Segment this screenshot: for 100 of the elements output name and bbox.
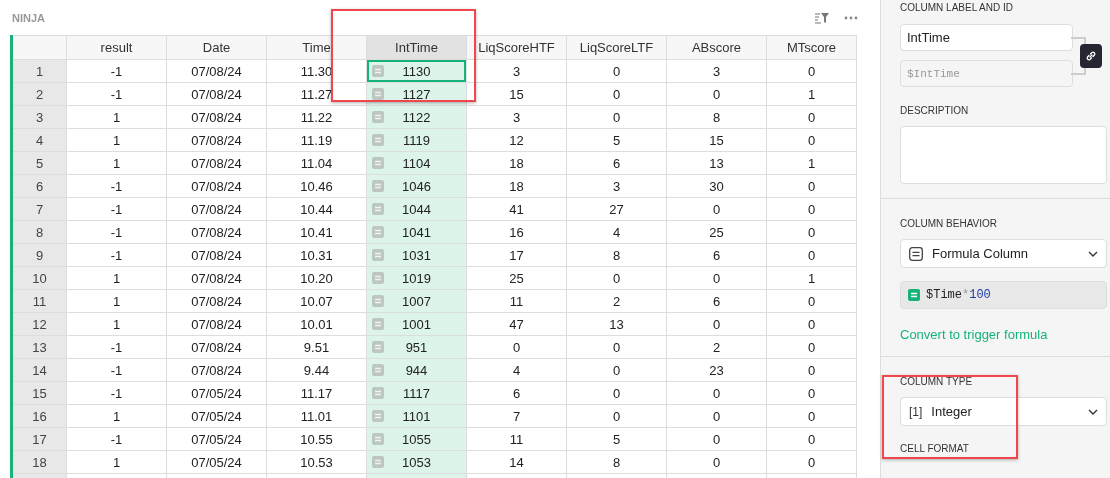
table-cell: 1031 — [367, 244, 467, 267]
table-cell: 0 — [767, 405, 857, 428]
table-cell: 0 — [767, 359, 857, 382]
row-number: 5 — [13, 152, 67, 175]
section-heading: CELL FORMAT — [900, 443, 969, 454]
table-cell: 16 — [467, 221, 567, 244]
sort-filter-icon[interactable] — [814, 10, 830, 25]
label-field[interactable]: IntTime — [900, 24, 1073, 51]
table-cell: -1 — [67, 221, 167, 244]
table-cell: 0 — [767, 175, 857, 198]
table-cell: 25 — [667, 221, 767, 244]
table-cell: 07/08/24 — [167, 313, 267, 336]
formula-icon — [372, 134, 384, 146]
table-cell: 07/08/24 — [167, 83, 267, 106]
table-cell: 07/08/24 — [167, 244, 267, 267]
row-number: 13 — [13, 336, 67, 359]
type-dropdown[interactable]: [1] Integer — [900, 397, 1107, 426]
formula-icon — [372, 272, 384, 284]
table-cell: 13 — [667, 152, 767, 175]
table-cell: -1 — [67, 83, 167, 106]
table-cell: 07/08/24 — [167, 221, 267, 244]
table-cell: 07/08/24 — [167, 129, 267, 152]
table-cell: 15 — [467, 83, 567, 106]
formula-icon — [372, 111, 384, 123]
column-header[interactable]: result — [67, 35, 167, 60]
table-cell: 1117 — [367, 382, 467, 405]
column-header[interactable]: ABscore — [667, 35, 767, 60]
table-cell: 1 — [67, 267, 167, 290]
description-field[interactable] — [900, 126, 1107, 184]
row-number: 9 — [13, 244, 67, 267]
table-cell: 07/08/24 — [167, 175, 267, 198]
formula-icon — [372, 65, 384, 77]
table-cell: 0 — [767, 428, 857, 451]
formula-code[interactable]: $Time*100 — [926, 288, 991, 302]
formula-icon — [372, 341, 384, 353]
formula-icon — [372, 364, 384, 376]
table-cell: -1 — [67, 175, 167, 198]
table-cell: 1101 — [367, 405, 467, 428]
behavior-dropdown[interactable]: Formula Column — [900, 239, 1107, 268]
table-cell: 1 — [67, 451, 167, 474]
table-cell: 3 — [567, 175, 667, 198]
table-cell: 6 — [667, 290, 767, 313]
table-cell: 1053 — [367, 451, 467, 474]
table-cell: -1 — [67, 382, 167, 405]
table-cell: 944 — [367, 359, 467, 382]
section-heading: DESCRIPTION — [900, 105, 969, 116]
table-cell: 0 — [767, 382, 857, 405]
table-cell: 0 — [767, 106, 857, 129]
formula-icon — [372, 410, 384, 422]
table-cell: 6 — [467, 382, 567, 405]
table-cell: 07/05/24 — [167, 405, 267, 428]
table-cell: 1 — [767, 152, 857, 175]
table-cell: 14 — [467, 451, 567, 474]
link-icon — [1085, 49, 1097, 62]
formula-icon — [372, 318, 384, 330]
table-cell: 41 — [467, 198, 567, 221]
table-cell: 07/08/24 — [167, 267, 267, 290]
table-cell: 0 — [767, 313, 857, 336]
formula-icon — [372, 88, 384, 100]
table-cell: 0 — [667, 382, 767, 405]
table-cell: 6 — [567, 152, 667, 175]
chevron-down-icon — [1088, 250, 1098, 257]
column-header[interactable]: Date — [167, 35, 267, 60]
table-cell: 07/05/24 — [167, 451, 267, 474]
table-corner — [13, 35, 67, 60]
table-cell: 0 — [767, 129, 857, 152]
table-cell: 1130 — [367, 60, 467, 83]
table-cell: 3 — [467, 60, 567, 83]
column-header[interactable]: MTscore — [767, 35, 857, 60]
table-cell: 0 — [767, 336, 857, 359]
section-heading: COLUMN BEHAVIOR — [900, 218, 998, 229]
table-cell: 1044 — [367, 198, 467, 221]
table-cell: 1122 — [367, 106, 467, 129]
table-cell: 0 — [567, 106, 667, 129]
link-button[interactable] — [1080, 43, 1102, 68]
section-heading: COLUMN TYPE — [900, 376, 973, 387]
table-cell: 0 — [567, 60, 667, 83]
table-cell: 1055 — [367, 428, 467, 451]
table-cell: 15 — [667, 129, 767, 152]
column-header[interactable]: LiqScoreLTF — [567, 35, 667, 60]
column-header[interactable]: LiqScoreHTF — [467, 35, 567, 60]
table-cell: 1046 — [367, 175, 467, 198]
table-cell: 07/08/24 — [167, 336, 267, 359]
table-cell: 13 — [567, 313, 667, 336]
row-number: 14 — [13, 359, 67, 382]
table-cell: 07/08/24 — [167, 198, 267, 221]
row-number: 6 — [13, 175, 67, 198]
table-cell: 0 — [467, 336, 567, 359]
table-cell: 18 — [467, 152, 567, 175]
column-header[interactable]: IntTime — [367, 35, 467, 60]
row-number: 8 — [13, 221, 67, 244]
row-number: 10 — [13, 267, 67, 290]
row-number: 3 — [13, 106, 67, 129]
more-icon[interactable] — [844, 15, 858, 20]
table-cell: 2 — [667, 336, 767, 359]
table-cell: 8 — [567, 451, 667, 474]
column-header[interactable]: Time — [267, 35, 367, 60]
table-cell: 0 — [567, 405, 667, 428]
table-cell: 1 — [767, 83, 857, 106]
table-cell: -1 — [67, 198, 167, 221]
